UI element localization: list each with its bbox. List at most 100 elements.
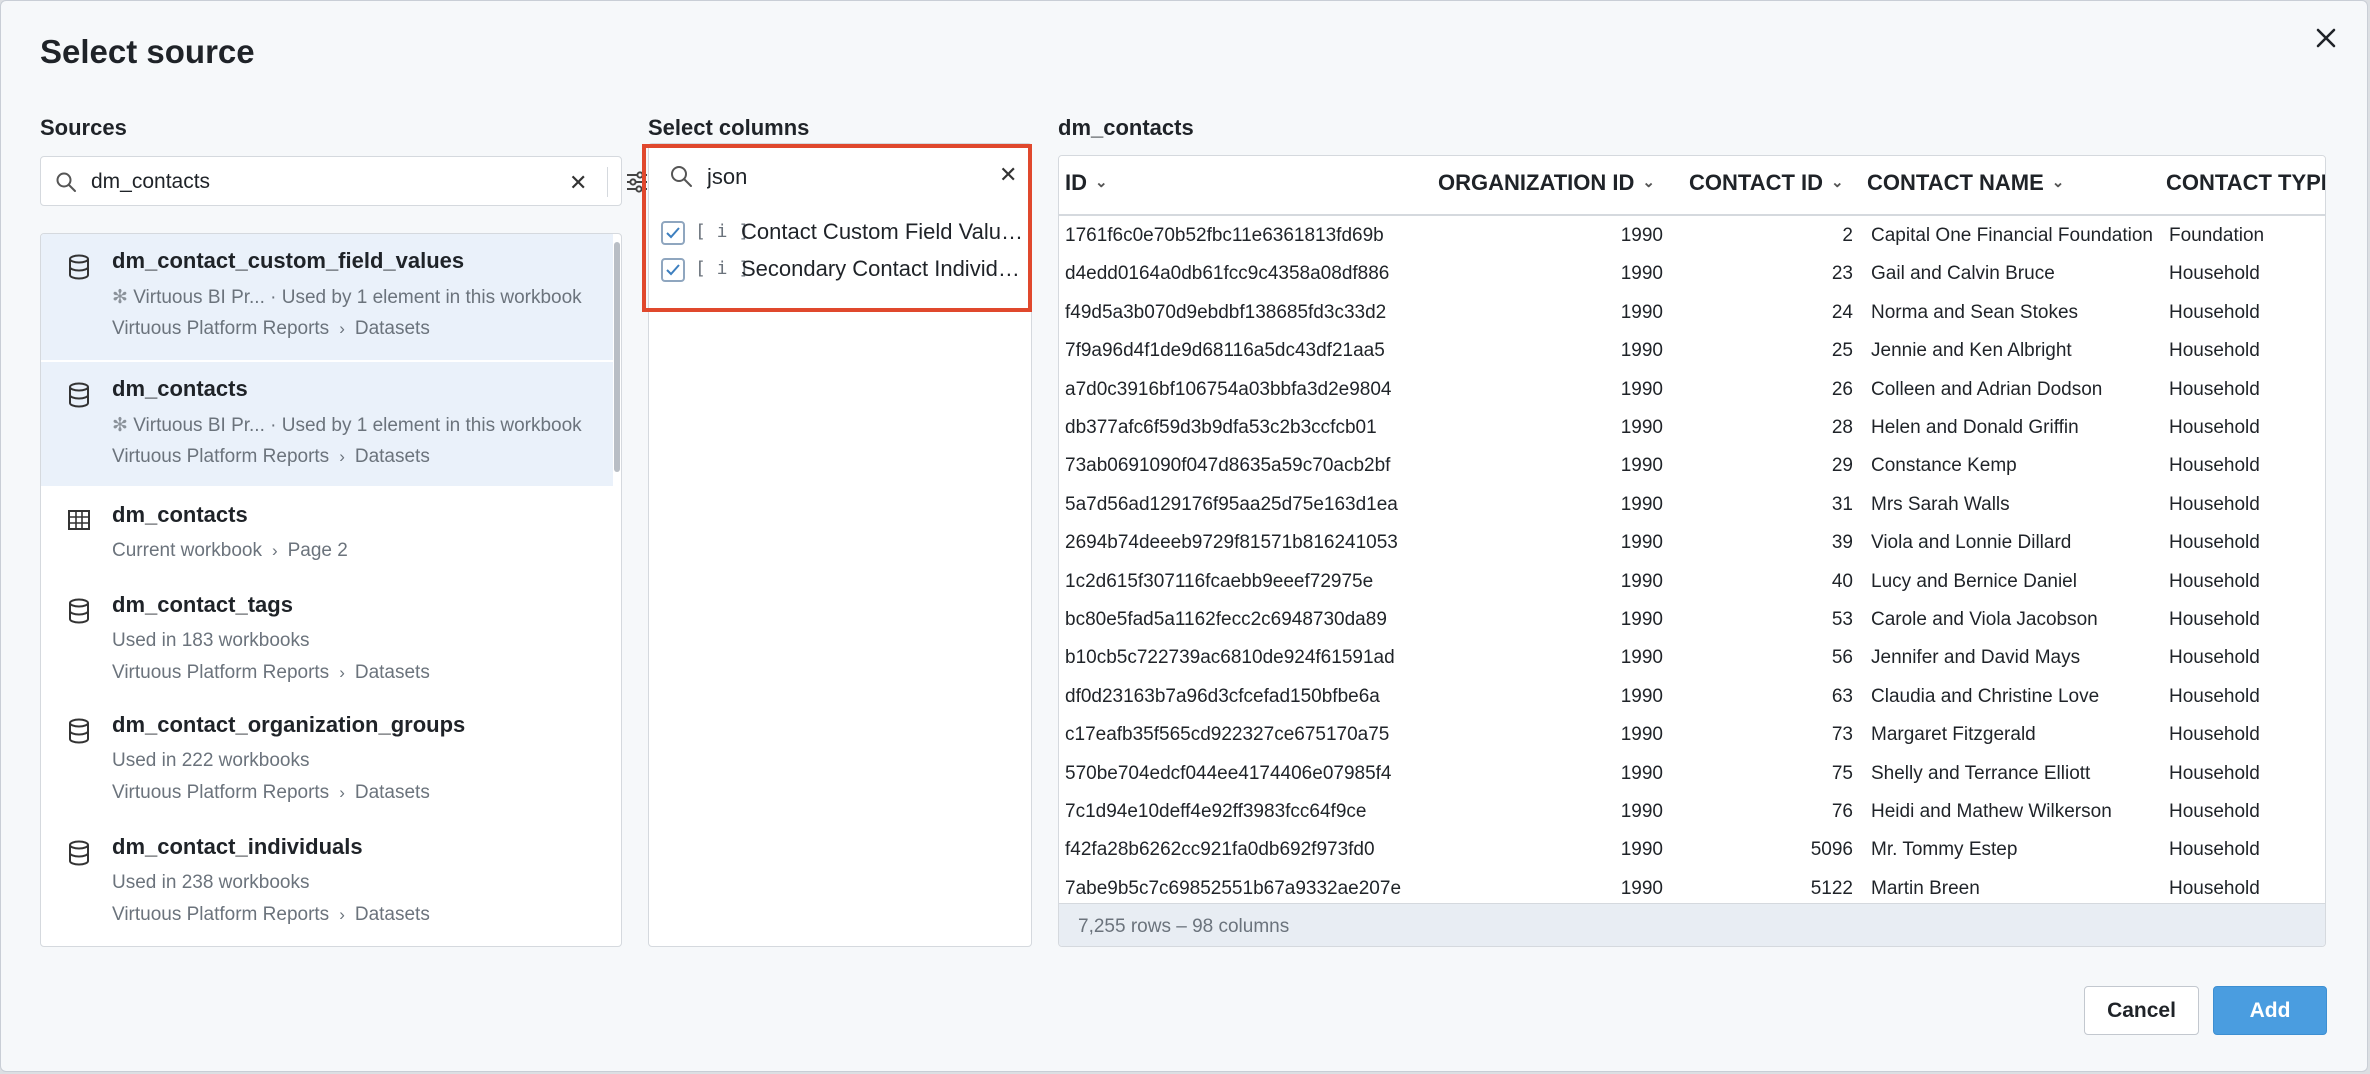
source-item[interactable]: dm_contact_organization_groups Used in 2… xyxy=(41,698,613,816)
table-cell: 24 xyxy=(1831,301,1853,323)
chevron-down-icon: ⌄ xyxy=(2051,174,2065,191)
table-row: db377afc6f59d3b9dfa53c2b3ccfcb01 1990 28 He… xyxy=(1059,408,2325,446)
scrollbar[interactable] xyxy=(614,242,620,472)
table-row: bc80e5fad5a1162fecc2c6948730da89 1990 53 Ca… xyxy=(1059,600,2325,638)
table-cell: 7c1d94e10deff4e92ff3983fcc64f9ce xyxy=(1065,801,1367,822)
database-icon xyxy=(69,254,89,280)
column-option[interactable]: [ i ] Contact Custom Field Values Json xyxy=(661,217,1027,251)
columns-panel: ✕ [ i ] Contact Custom Field Values Json… xyxy=(648,143,1032,947)
snowflake-icon: ✻ xyxy=(112,287,128,308)
source-item[interactable]: dm_contact_tags Used in 183 workbooks Vi… xyxy=(41,578,613,696)
source-item[interactable]: dm_contact_individuals Used in 238 workb… xyxy=(41,820,613,940)
table-cell: Household xyxy=(2169,685,2260,707)
source-item[interactable]: dm_contacts Current workbook › Page 2 xyxy=(41,488,613,576)
column-name: Contact Custom Field Values Json xyxy=(741,219,1027,244)
table-cell: Claudia and Christine Love xyxy=(1871,685,2100,707)
database-icon xyxy=(69,598,89,624)
header-label: CONTACT NAME xyxy=(1867,170,2044,195)
table-cell: Household xyxy=(2169,301,2260,323)
source-item[interactable]: dm_contact_custom_field_values ✻ Virtuou… xyxy=(41,234,613,360)
table-cell: Viola and Lonnie Dillard xyxy=(1871,532,2072,554)
column-header-id[interactable]: ID ⌄ xyxy=(1065,170,1108,196)
chevron-right-icon: › xyxy=(339,663,345,682)
table-cell: 39 xyxy=(1831,532,1853,554)
table-cell: db377afc6f59d3b9dfa53c2b3ccfcb01 xyxy=(1065,417,1377,438)
table-row: 7c1d94e10deff4e92ff3983fcc64f9ce 1990 76 He… xyxy=(1059,792,2325,830)
clear-search-icon[interactable]: ✕ xyxy=(569,170,587,196)
table-cell: 1990 xyxy=(1620,724,1663,746)
usage-text: Used in 238 workbooks xyxy=(112,872,310,893)
table-cell: Household xyxy=(2169,762,2260,784)
table-cell: Household xyxy=(2169,724,2260,746)
table-cell: Martin Breen xyxy=(1871,877,1980,899)
chevron-right-icon: › xyxy=(339,319,345,338)
table-cell: Household xyxy=(2169,801,2260,822)
cancel-button[interactable]: Cancel xyxy=(2084,986,2199,1035)
usage-text: Used in 222 workbooks xyxy=(112,750,310,771)
column-option[interactable]: [ i ] Secondary Contact Individuals Json xyxy=(661,254,1027,288)
table-cell: 1990 xyxy=(1620,455,1663,477)
source-name: dm_contacts xyxy=(112,376,248,401)
table-cell: Household xyxy=(2169,455,2260,477)
table-cell: Household xyxy=(2169,378,2260,400)
table-cell: Margaret Fitzgerald xyxy=(1871,724,2036,746)
filter-settings-icon[interactable] xyxy=(625,170,649,194)
table-row: 570be704edcf044ee4174406e07985f4 1990 75 Sh… xyxy=(1059,754,2325,792)
chevron-down-icon: ⌄ xyxy=(1642,174,1655,191)
table-cell: df0d23163b7a96d3cfcefad150bfbe6a xyxy=(1065,685,1380,707)
table-row: b10cb5c722739ac6810de924f61591ad 1990 56 Je… xyxy=(1059,638,2325,676)
column-name: Secondary Contact Individuals Json xyxy=(741,256,1027,281)
table-cell: Household xyxy=(2169,839,2260,861)
column-header-contact-id[interactable]: CONTACT ID ⌄ xyxy=(1689,170,1844,196)
checkbox-checked[interactable] xyxy=(661,221,685,245)
table-cell: Norma and Sean Stokes xyxy=(1871,301,2079,323)
source-name: dm_contact_custom_field_values xyxy=(112,248,465,273)
table-row: a7d0c3916bf106754a03bbfa3d2e9804 1990 26 Co… xyxy=(1059,370,2325,408)
source-name: dm_contacts xyxy=(112,502,248,527)
table-cell: 1990 xyxy=(1620,532,1663,554)
table-row: 7f9a96d4f1de9d68116a5dc43df21aa5 1990 25 Je… xyxy=(1059,331,2325,369)
checkmark-icon xyxy=(666,227,680,239)
table-cell: 1990 xyxy=(1620,378,1663,400)
chevron-right-icon: › xyxy=(339,447,345,466)
table-cell: 1990 xyxy=(1620,877,1663,899)
path-root: Virtuous Platform Reports xyxy=(112,446,330,467)
column-header-organization-id[interactable]: ORGANIZATION ID ⌄ xyxy=(1438,170,1655,196)
table-cell: 1990 xyxy=(1620,301,1663,323)
clear-search-icon[interactable]: ✕ xyxy=(999,162,1017,188)
table-cell: Shelly and Terrance Elliott xyxy=(1871,762,2091,784)
add-button[interactable]: Add xyxy=(2213,986,2327,1035)
table-footer: 7,255 rows – 98 columns xyxy=(1059,903,2325,946)
table-cell: 75 xyxy=(1831,762,1853,784)
chevron-down-icon: ⌄ xyxy=(1095,174,1108,191)
table-cell: 31 xyxy=(1831,493,1853,515)
table-cell: Household xyxy=(2169,647,2260,669)
column-search-input[interactable] xyxy=(705,159,969,195)
table-cell: Household xyxy=(2169,340,2260,362)
source-search-box: ✕ xyxy=(40,156,647,206)
chevron-right-icon: › xyxy=(339,905,345,924)
table-cell: 1990 xyxy=(1620,493,1663,515)
column-header-contact-name[interactable]: CONTACT NAME ⌄ xyxy=(1867,170,2064,196)
checkbox-checked[interactable] xyxy=(661,258,685,282)
source-path: Virtuous Platform Reports › Datasets xyxy=(112,446,430,468)
source-search-input[interactable] xyxy=(89,165,533,199)
table-cell: b10cb5c722739ac6810de924f61591ad xyxy=(1065,647,1395,669)
table-cell: 2 xyxy=(1842,225,1853,246)
table-cell: 76 xyxy=(1831,801,1853,822)
source-item[interactable]: dm_contacts ✻ Virtuous BI Pr... · Used b… xyxy=(41,362,613,486)
source-name: dm_contact_organization_groups xyxy=(112,712,466,737)
connection-name: Virtuous BI Pr... xyxy=(133,415,265,436)
checkmark-icon xyxy=(666,264,680,276)
table-cell: Lucy and Bernice Daniel xyxy=(1871,570,2077,592)
table-cell: 73 xyxy=(1831,724,1853,746)
source-meta: ✻ Virtuous BI Pr... · Used by 1 element … xyxy=(112,414,582,437)
table-row: c17eafb35f565cd922327ce675170a75 1990 73 Ma… xyxy=(1059,715,2325,753)
close-icon[interactable] xyxy=(2309,21,2343,55)
column-header-contact-type[interactable]: CONTACT TYPE xyxy=(2166,170,2325,196)
table-row: 1c2d615f307116fcaebb9eeef72975e 1990 40 Luc… xyxy=(1059,562,2325,600)
table-cell: d4edd0164a0db61fcc9c4358a08df886 xyxy=(1065,263,1390,285)
source-name: dm_contact_tags xyxy=(112,592,293,617)
table-cell: Foundation xyxy=(2169,225,2265,246)
table-cell: Jennifer and David Mays xyxy=(1871,647,2081,669)
